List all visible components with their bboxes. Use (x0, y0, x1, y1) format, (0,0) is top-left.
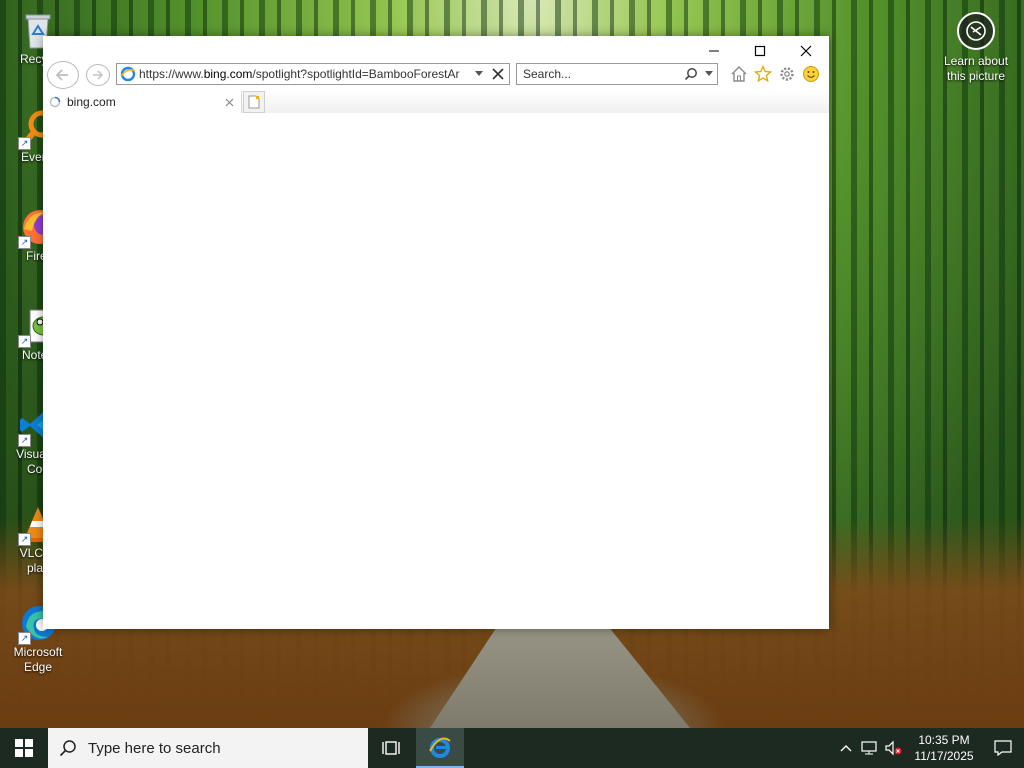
ie-page-icon (117, 66, 139, 82)
taskbar-app-internet-explorer[interactable] (416, 728, 464, 768)
clock-time: 10:35 PM (918, 733, 970, 747)
search-input[interactable]: Search... (517, 67, 681, 81)
camera-icon (957, 12, 995, 50)
back-button[interactable] (47, 61, 79, 89)
taskbar-search-placeholder: Type here to search (88, 739, 221, 757)
show-hidden-icons-button[interactable] (834, 744, 858, 752)
new-tab-icon (248, 95, 260, 109)
search-icon[interactable] (681, 67, 701, 81)
home-button[interactable] (729, 64, 749, 84)
search-dropdown-button[interactable] (701, 71, 717, 77)
address-dropdown-button[interactable] (471, 71, 487, 77)
smiley-icon (803, 66, 819, 82)
tab-close-button[interactable] (221, 98, 237, 107)
volume-button[interactable] (882, 740, 906, 756)
stop-x-icon (492, 68, 504, 80)
new-tab-button[interactable] (243, 91, 265, 113)
feedback-button[interactable] (801, 64, 821, 84)
internet-explorer-window[interactable]: https://www.bing.com/spotlight?spotlight… (43, 36, 829, 629)
minimize-icon (709, 50, 719, 52)
shortcut-arrow-icon: ↗ (18, 236, 31, 249)
back-arrow-icon (55, 69, 68, 81)
network-button[interactable] (858, 740, 882, 756)
stop-button[interactable] (487, 68, 509, 80)
shortcut-arrow-icon: ↗ (18, 137, 31, 150)
page-content-area[interactable] (43, 113, 829, 629)
internet-explorer-icon (429, 737, 451, 758)
search-box[interactable]: Search... (516, 63, 718, 85)
close-icon (800, 45, 812, 57)
favorites-button[interactable] (753, 64, 773, 84)
task-view-icon (382, 741, 400, 755)
search-icon (48, 739, 88, 757)
tab-title: bing.com (67, 95, 116, 109)
volume-muted-icon (885, 740, 902, 756)
forward-arrow-icon (93, 70, 104, 80)
tools-button[interactable] (777, 64, 797, 84)
home-icon (731, 66, 747, 82)
url-prefix: https://www. (139, 67, 204, 81)
navigation-bar: https://www.bing.com/spotlight?spotlight… (43, 61, 829, 89)
address-url[interactable]: https://www.bing.com/spotlight?spotlight… (139, 67, 471, 81)
loading-spinner-icon (43, 96, 67, 108)
taskbar-search-box[interactable]: Type here to search (48, 728, 368, 768)
chevron-down-icon (475, 71, 483, 76)
taskbar: Type here to search 10:35 PM 11/17/2025 (0, 728, 1024, 768)
chevron-down-icon (705, 71, 713, 76)
gear-icon (780, 67, 794, 81)
shortcut-arrow-icon: ↗ (18, 632, 31, 645)
start-button[interactable] (0, 728, 48, 768)
tab-bing[interactable]: bing.com (43, 91, 242, 113)
chevron-up-icon (840, 745, 852, 752)
address-bar[interactable]: https://www.bing.com/spotlight?spotlight… (116, 63, 510, 85)
task-view-button[interactable] (368, 728, 416, 768)
star-icon (754, 65, 772, 83)
shortcut-arrow-icon: ↗ (18, 533, 31, 546)
action-center-button[interactable] (982, 728, 1024, 768)
url-rest: /spotlight?spotlightId=BambooForestAr (252, 67, 460, 81)
clock-date: 11/17/2025 (914, 749, 974, 763)
shortcut-arrow-icon: ↗ (18, 434, 31, 447)
forward-button[interactable] (86, 64, 110, 86)
learn-about-picture-button[interactable]: Learn about this picture (938, 10, 1014, 90)
url-domain: bing.com (203, 67, 253, 81)
windows-logo-icon (15, 739, 33, 757)
tab-strip: bing.com (43, 91, 829, 113)
notification-icon (994, 740, 1012, 756)
maximize-icon (754, 45, 766, 57)
network-icon (861, 741, 877, 755)
shortcut-arrow-icon: ↗ (18, 335, 31, 348)
taskbar-clock[interactable]: 10:35 PM 11/17/2025 (906, 732, 982, 764)
system-tray: 10:35 PM 11/17/2025 (834, 728, 1024, 768)
close-icon (225, 98, 233, 106)
